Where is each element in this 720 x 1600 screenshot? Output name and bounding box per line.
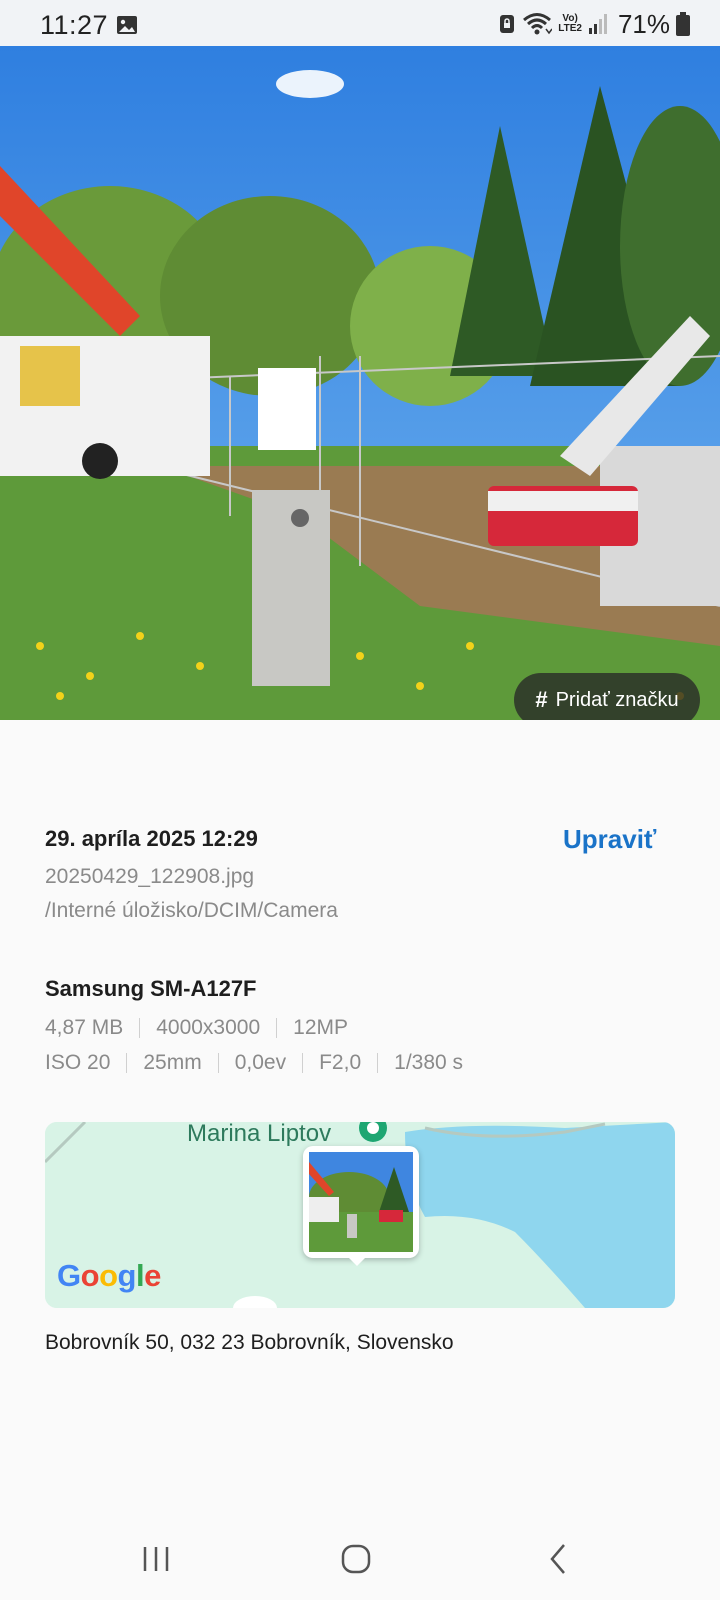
file-size: 4,87 MB bbox=[45, 1016, 124, 1039]
device-model: Samsung SM-A127F bbox=[45, 976, 257, 1001]
divider bbox=[276, 1018, 278, 1038]
divider bbox=[139, 1018, 141, 1038]
recent-apps-button[interactable] bbox=[126, 1534, 186, 1584]
photo-image bbox=[0, 46, 720, 720]
home-button[interactable] bbox=[326, 1534, 386, 1584]
hash-icon: # bbox=[535, 687, 548, 712]
add-tag-button[interactable]: # Pridať značku bbox=[514, 673, 700, 720]
home-icon bbox=[341, 1544, 371, 1574]
divider bbox=[217, 1053, 219, 1073]
battery-icon bbox=[676, 12, 690, 36]
camera-meta-row: ISO 20 25mm 0,0ev F2,0 1/380 s bbox=[45, 1051, 463, 1075]
iso: ISO 20 bbox=[45, 1051, 111, 1074]
divider bbox=[302, 1053, 304, 1073]
megapixels: 12MP bbox=[293, 1016, 349, 1039]
location-map[interactable]: Marina Liptov Google bbox=[45, 1122, 675, 1308]
resolution: 4000x3000 bbox=[156, 1016, 261, 1039]
status-time: 11:27 bbox=[40, 10, 109, 40]
status-icons: Vo) LTE2 71% bbox=[498, 8, 690, 40]
shutter-speed: 1/380 s bbox=[394, 1051, 464, 1074]
file-meta-row: 4,87 MB 4000x3000 12MP bbox=[45, 1016, 348, 1040]
recent-apps-icon bbox=[143, 1547, 169, 1571]
google-logo-letter: o bbox=[99, 1258, 118, 1293]
add-tag-label: Pridať značku bbox=[555, 688, 679, 711]
divider bbox=[377, 1053, 379, 1073]
google-logo-letter: l bbox=[135, 1258, 145, 1293]
file-path: /Interné úložisko/DCIM/Camera bbox=[45, 899, 338, 922]
focal-length: 25mm bbox=[143, 1051, 202, 1074]
navigation-bar bbox=[0, 1520, 720, 1600]
google-logo-letter: o bbox=[80, 1258, 100, 1293]
file-name: 20250429_122908.jpg bbox=[45, 865, 255, 888]
google-logo: Google bbox=[57, 1258, 161, 1294]
back-icon bbox=[550, 1544, 565, 1574]
status-bar: 11:27 Vo) LTE2 71% bbox=[0, 0, 720, 46]
google-logo-letter: g bbox=[117, 1258, 137, 1293]
gallery-icon bbox=[117, 16, 137, 34]
divider bbox=[126, 1053, 128, 1073]
thumbnail-pointer bbox=[347, 1256, 367, 1266]
vpn-lock-icon bbox=[500, 15, 515, 33]
map-poi-label: Marina Liptov bbox=[187, 1122, 332, 1147]
volte-icon: Vo) LTE2 bbox=[558, 14, 582, 34]
location-address: Bobrovník 50, 032 23 Bobrovník, Slovensk… bbox=[45, 1331, 454, 1354]
date-time: 29. apríla 2025 12:29 bbox=[45, 826, 258, 851]
google-logo-letter: e bbox=[144, 1258, 161, 1293]
map-photo-thumbnail[interactable] bbox=[303, 1146, 419, 1258]
network-label: LTE2 bbox=[558, 23, 582, 34]
edit-button[interactable]: Upraviť bbox=[563, 824, 656, 855]
back-button[interactable] bbox=[528, 1534, 588, 1584]
exposure-value: 0,0ev bbox=[234, 1051, 287, 1074]
google-logo-letter: G bbox=[57, 1258, 81, 1293]
photo-view[interactable]: # Pridať značku bbox=[0, 46, 720, 720]
thumbnail-image bbox=[309, 1152, 413, 1252]
signal-icon bbox=[588, 14, 607, 34]
battery-percent: 71% bbox=[617, 8, 670, 39]
wifi-icon bbox=[523, 13, 553, 35]
aperture: F2,0 bbox=[319, 1051, 362, 1074]
